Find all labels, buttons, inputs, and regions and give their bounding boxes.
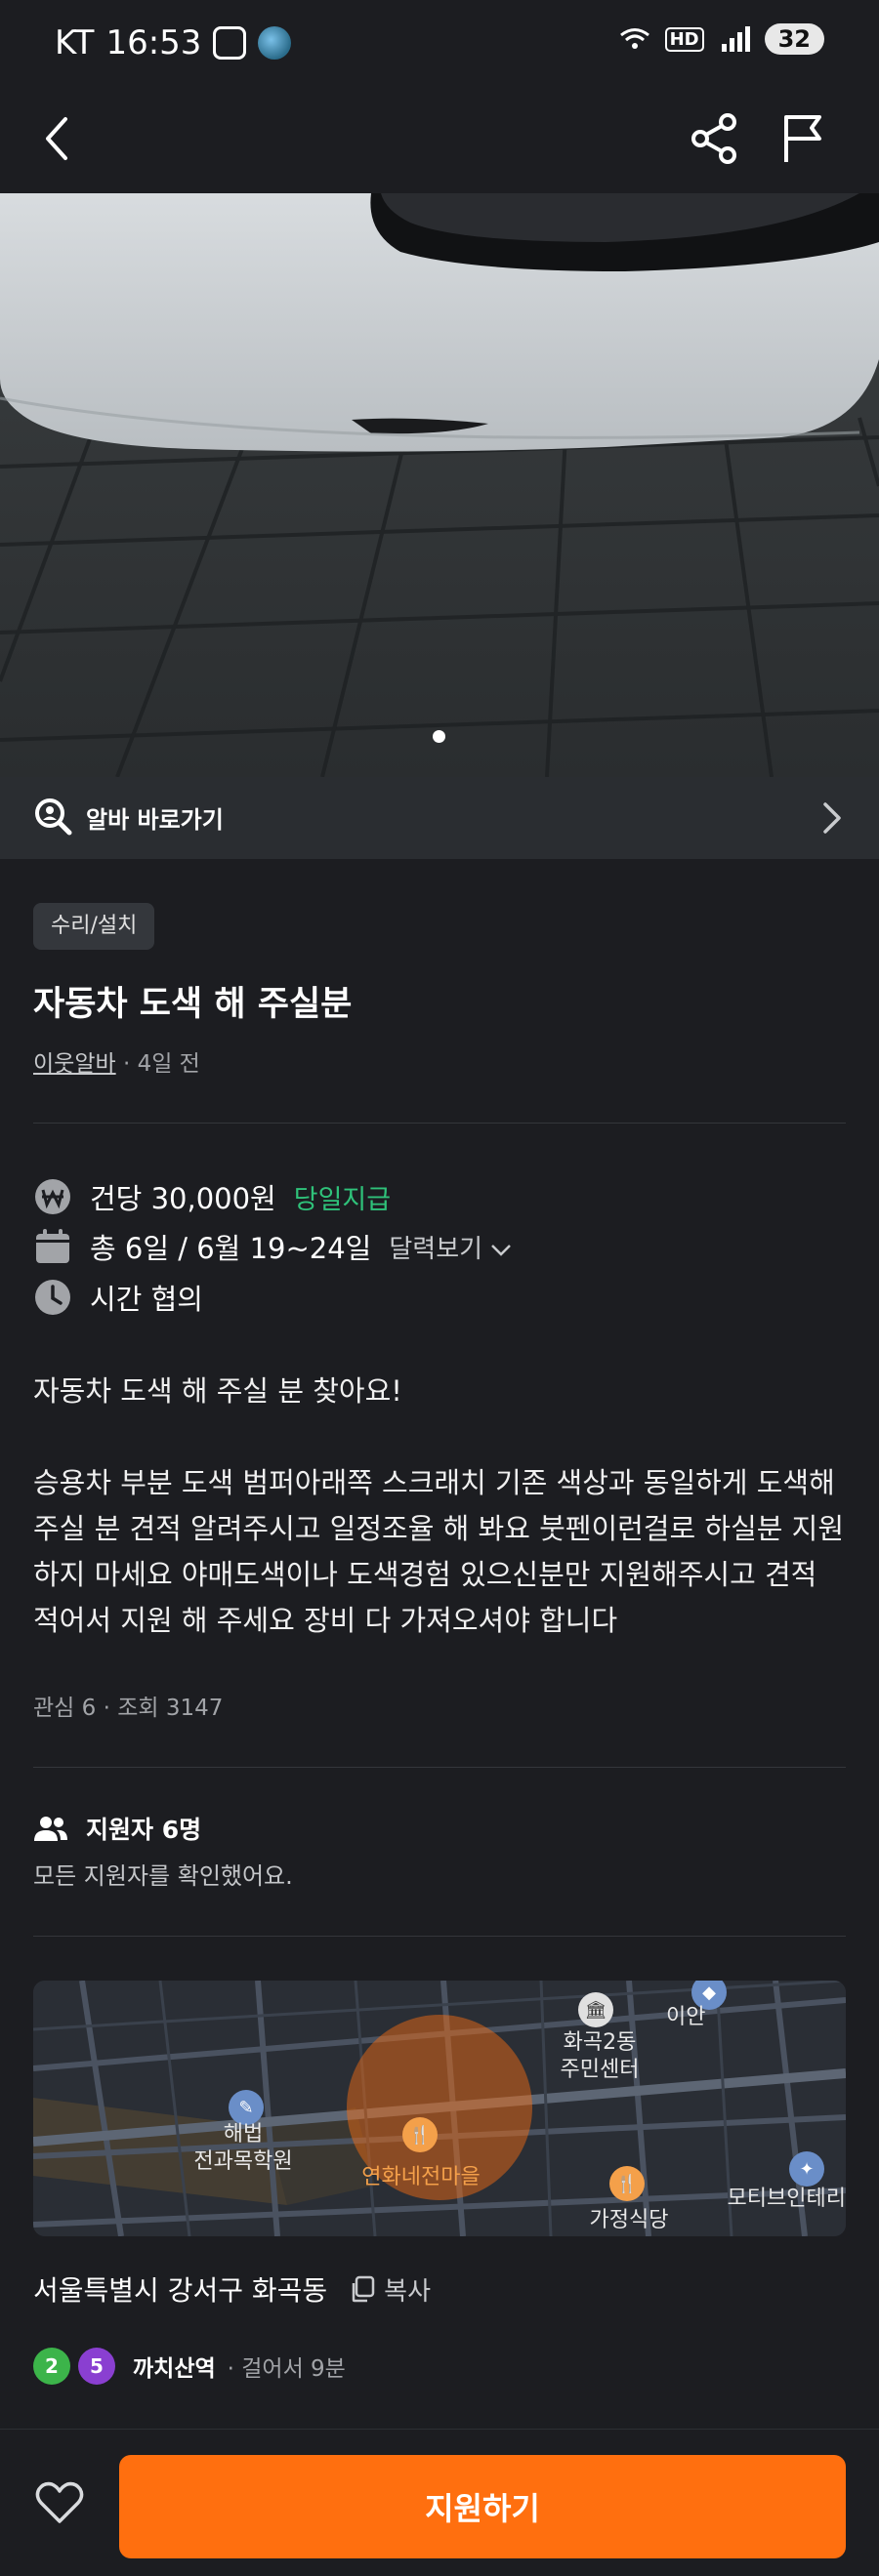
applicants-header: 지원자 6명 — [33, 1811, 201, 1846]
shortcut-label: 알바 바로가기 — [86, 806, 224, 834]
share-button[interactable] — [684, 107, 746, 170]
time-text: 시간 협의 — [90, 1283, 203, 1316]
divider — [33, 1936, 846, 1937]
hd-badge: HD — [664, 26, 704, 52]
hero-photo[interactable] — [0, 193, 879, 777]
calendar-link-label: 달력보기 — [389, 1234, 483, 1264]
status-right: HD 32 — [618, 23, 824, 55]
description-line: 승용차 부분 도색 범퍼아래쪽 스크래치 기존 색상과 동일하게 도색해 — [33, 1466, 835, 1499]
post-stats: 관심 6 · 조회 3147 — [33, 1696, 224, 1721]
app-notification-icon — [258, 26, 292, 60]
walk-time: · 걸어서 9분 — [227, 2356, 346, 2382]
time-row: 시간 협의 — [33, 1277, 203, 1318]
shop-pin-icon: ✦ — [789, 2151, 824, 2187]
author-link[interactable]: 이웃알바 — [33, 1051, 116, 1077]
carousel-dot-active — [433, 730, 445, 743]
screen-capture-icon — [213, 26, 247, 60]
divider — [33, 1123, 846, 1124]
top-nav — [0, 88, 879, 193]
search-person-icon — [35, 798, 72, 836]
time-ago: · 4일 전 — [122, 1051, 200, 1077]
school-pin-icon: ✎ — [229, 2090, 264, 2125]
address-row: 서울특별시 강서구 화곡동 복사 — [33, 2269, 431, 2309]
alba-shortcut-bar[interactable]: 알바 바로가기 — [0, 777, 879, 859]
apply-button[interactable]: 지원하기 — [119, 2455, 846, 2558]
pay-amount: 건당 30,000원 — [90, 1182, 276, 1215]
clock: 16:53 — [105, 23, 202, 62]
copy-icon — [352, 2275, 375, 2303]
post-title: 자동차 도색 해 주실분 — [33, 985, 353, 1024]
government-pin-icon: 🏛 — [578, 1992, 613, 2027]
schedule-text: 총 6일 / 6월 19~24일 — [90, 1232, 372, 1265]
description-line: 하지 마세요 야매도색이나 도색경험 있으신분만 지원해주시고 견적 — [33, 1558, 817, 1591]
subway-line-5-badge: 5 — [78, 2348, 115, 2385]
address-text: 서울특별시 강서구 화곡동 — [33, 2274, 328, 2307]
applicants-note: 모든 지원자를 확인했어요. — [33, 1862, 293, 1890]
pay-badge: 당일지급 — [293, 1184, 392, 1215]
subway-line-2-badge: 2 — [33, 2348, 70, 2385]
schedule-row: 총 6일 / 6월 19~24일 달력보기 — [33, 1226, 512, 1267]
wifi-icon — [619, 28, 649, 49]
bottom-action-bar: 지원하기 — [0, 2429, 879, 2576]
heart-icon[interactable] — [35, 2480, 84, 2525]
battery-indicator: 32 — [764, 23, 824, 55]
description-line: 주실 분 견적 알려주시고 일정조율 해 봐요 붓펜이런걸로 하실분 지원 — [33, 1512, 845, 1545]
map-label-restaurant: 가정식당 — [589, 2208, 669, 2232]
car-bumper-photo — [0, 193, 879, 777]
restaurant-pin-icon: 🍴 — [402, 2117, 438, 2152]
map-label-academy: 해법 전과목학원 — [193, 2122, 293, 2174]
calendar-icon — [36, 1229, 69, 1263]
map-label-ian: 이안 — [666, 2005, 706, 2029]
back-button[interactable] — [25, 107, 88, 170]
category-tag: 수리/설치 — [33, 903, 155, 950]
calendar-view-link[interactable]: 달력보기 — [389, 1229, 512, 1265]
station-name: 까치산역 — [133, 2356, 216, 2382]
restaurant-pin-icon: 🍴 — [609, 2166, 645, 2201]
share-icon — [691, 113, 736, 164]
applicants-count: 지원자 6명 — [86, 1816, 202, 1844]
description-line: 적어서 지원 해 주세요 장비 다 가져오셔야 합니다 — [33, 1604, 618, 1637]
chevron-left-icon — [46, 117, 67, 160]
people-icon — [34, 1817, 67, 1841]
signal-icon — [721, 26, 750, 52]
description-intro: 자동차 도색 해 주실 분 찾아요! — [33, 1374, 402, 1408]
copy-label: 복사 — [384, 2276, 432, 2307]
divider — [33, 1767, 846, 1768]
map-label-hwagok2: 화곡2동 주민센터 — [560, 2030, 640, 2082]
clock-icon — [35, 1280, 70, 1315]
flag-icon — [784, 115, 821, 162]
chevron-right-icon — [823, 802, 841, 834]
post-meta: 이웃알바 · 4일 전 — [33, 1044, 200, 1078]
carrier-label: KT — [55, 23, 95, 62]
pay-row: 건당 30,000원 당일지급 — [33, 1176, 391, 1217]
location-map[interactable]: 🍴 🏛 ✎ 🍴 ✦ ◆ 이안 화곡2동 주민센터 해법 전과목학원 연화네전마을… — [33, 1981, 846, 2236]
map-label-motive: 모티브인테리 — [727, 2187, 846, 2211]
chevron-down-icon — [491, 1244, 512, 1256]
description-body: 승용차 부분 도색 범퍼아래쪽 스크래치 기존 색상과 동일하게 도색해 주실 … — [33, 1460, 854, 1644]
map-label-village: 연화네전마을 — [361, 2165, 481, 2189]
subway-row: 2 5 까치산역 · 걸어서 9분 — [33, 2348, 346, 2385]
report-button[interactable] — [772, 107, 834, 170]
status-left: KT 16:53 — [55, 23, 292, 62]
copy-address-button[interactable]: 복사 — [349, 2271, 431, 2308]
won-coin-icon — [35, 1179, 70, 1214]
status-bar: KT 16:53 HD 32 — [0, 0, 879, 88]
